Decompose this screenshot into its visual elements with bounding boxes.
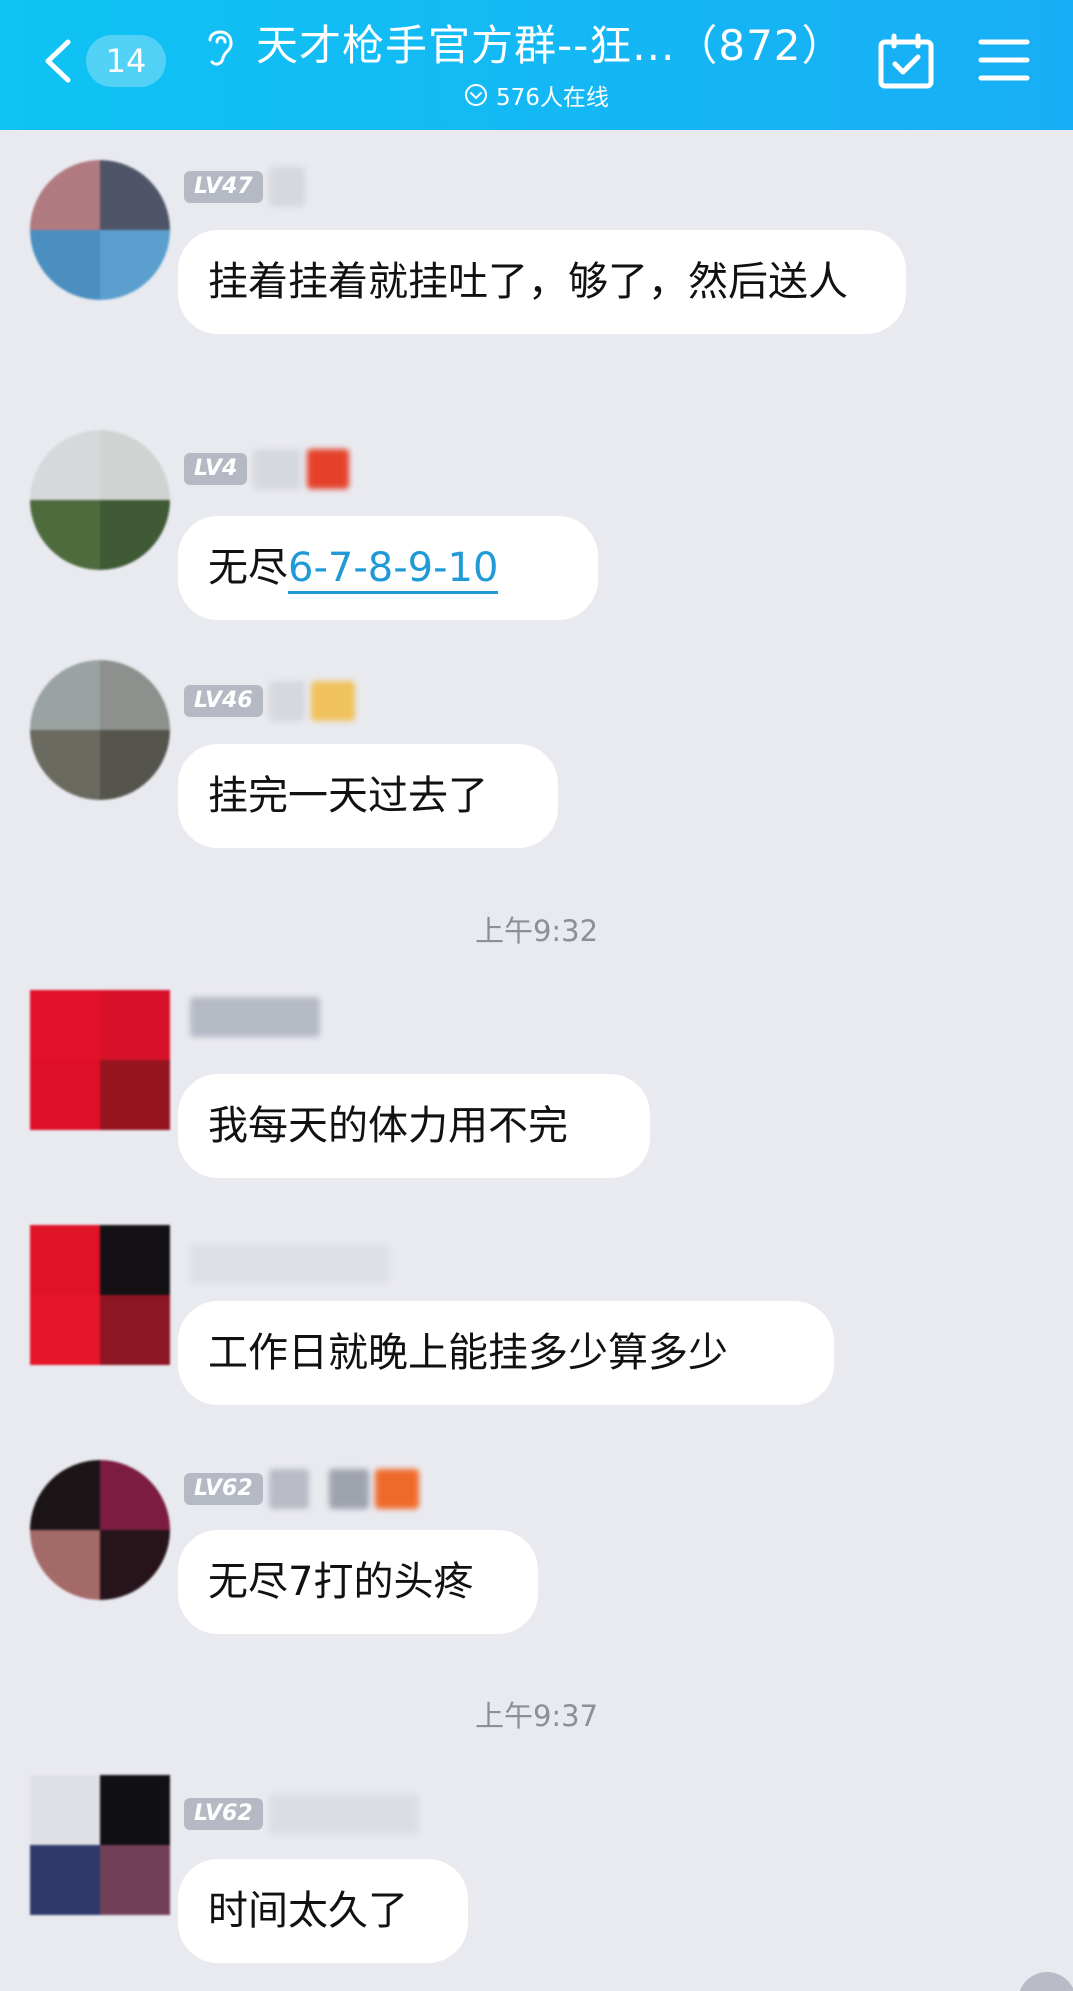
message-timestamp: 上午9:32 (474, 914, 599, 948)
message-text: 挂完一天过去了 (208, 773, 488, 819)
sender-name-blurred (190, 997, 320, 1037)
sender-name-blurred (328, 1469, 369, 1509)
sender-tag-blurred (310, 681, 355, 721)
sender-info: LV62 (184, 1469, 419, 1509)
sender-name-blurred (268, 1469, 309, 1509)
sender-info: LV62 (184, 1794, 419, 1834)
chevron-circle-icon (465, 84, 487, 106)
level-badge: LV4 (184, 453, 248, 485)
level-badge: LV62 (184, 1473, 263, 1505)
ear-icon (208, 30, 233, 66)
message-link[interactable]: 6-7-8-9-10 (288, 545, 499, 594)
message-bubble[interactable]: 无尽6-7-8-9-10 (178, 516, 598, 620)
message-text: 工作日就晚上能挂多少算多少 (208, 1330, 728, 1376)
sender-info (184, 1244, 390, 1284)
level-badge: LV62 (184, 1798, 263, 1830)
message-text: 无尽7打的头疼 (208, 1559, 474, 1605)
chat-header: 14 天才枪手官方群--狂...（872） 576人在线 (0, 0, 1073, 130)
message-bubble[interactable]: 我每天的体力用不完 (178, 1074, 650, 1178)
sender-info (184, 997, 320, 1037)
calendar-check-icon[interactable] (876, 32, 936, 92)
level-badge: LV46 (184, 685, 263, 717)
avatar[interactable] (30, 430, 170, 570)
sender-name-blurred (190, 1244, 390, 1284)
avatar[interactable] (30, 990, 170, 1130)
online-status[interactable]: 576人在线 (464, 78, 609, 112)
avatar[interactable] (30, 660, 170, 800)
message-text: 时间太久了 (208, 1888, 408, 1934)
chevron-left-icon (45, 39, 71, 83)
message-text: 我每天的体力用不完 (208, 1103, 568, 1149)
back-button[interactable]: 14 (38, 30, 168, 92)
unread-count-badge: 14 (86, 35, 166, 87)
sender-tag-blurred (374, 1469, 419, 1509)
scroll-to-bottom-button[interactable] (1018, 1972, 1073, 1991)
message-bubble[interactable]: 工作日就晚上能挂多少算多少 (178, 1301, 834, 1405)
message-timestamp: 上午9:37 (474, 1699, 599, 1733)
sender-name-blurred (253, 449, 302, 489)
group-name: 天才枪手官方群--狂...（872） (256, 21, 845, 70)
sender-name-blurred (268, 167, 305, 207)
sender-name-blurred (268, 1794, 419, 1834)
sender-tag-blurred (307, 449, 350, 489)
group-title[interactable]: 天才枪手官方群--狂...（872） (200, 18, 890, 74)
level-badge: LV47 (184, 171, 263, 203)
sender-info: LV47 (184, 167, 305, 207)
menu-icon[interactable] (978, 34, 1030, 86)
sender-info: LV4 (184, 449, 350, 489)
avatar[interactable] (30, 1460, 170, 1600)
message-bubble[interactable]: 时间太久了 (178, 1859, 468, 1963)
sender-info: LV46 (184, 681, 355, 721)
message-bubble[interactable]: 挂着挂着就挂吐了，够了，然后送人 (178, 230, 906, 334)
avatar[interactable] (30, 1225, 170, 1365)
message-bubble[interactable]: 无尽7打的头疼 (178, 1530, 538, 1634)
avatar[interactable] (30, 160, 170, 300)
message-bubble[interactable]: 挂完一天过去了 (178, 744, 558, 848)
message-text: 无尽 (208, 545, 288, 591)
message-text: 挂着挂着就挂吐了，够了，然后送人 (208, 259, 848, 305)
sender-name-blurred (268, 681, 305, 721)
avatar[interactable] (30, 1775, 170, 1915)
online-count-text: 576人在线 (496, 85, 609, 111)
